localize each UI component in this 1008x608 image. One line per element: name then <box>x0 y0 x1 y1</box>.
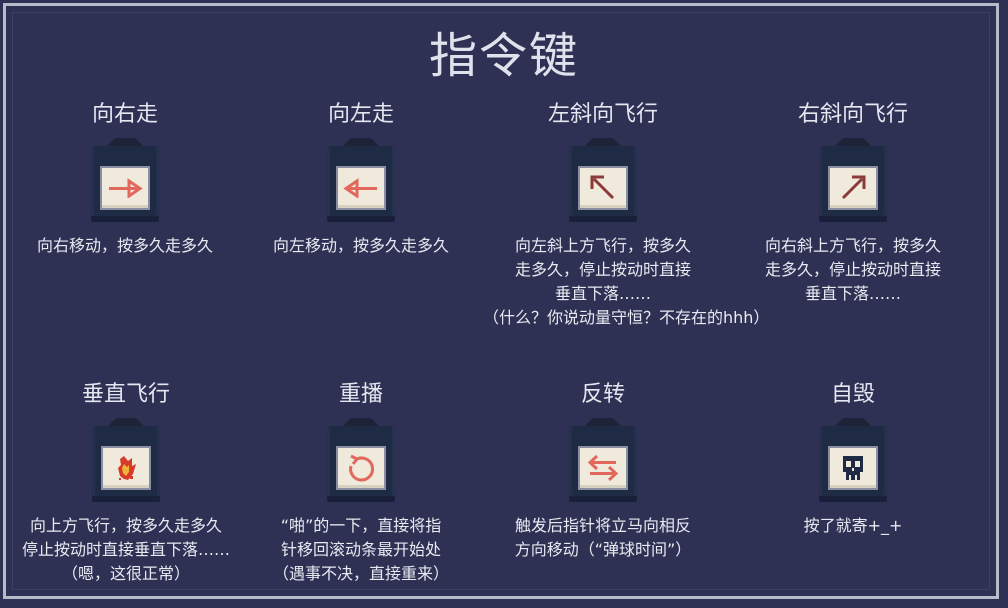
command-description: 向右移动，按多久走多久 <box>36 236 213 255</box>
command-name: 自毁 <box>830 382 875 407</box>
command-move-left: 向左走 向左移动，按多久走多久 <box>241 100 481 258</box>
skull-icon <box>843 456 863 480</box>
replay-icon <box>349 454 375 482</box>
command-name: 反转 <box>580 382 625 407</box>
right-arrow-icon <box>109 178 143 198</box>
command-description: 向左移动，按多久走多久 <box>272 236 449 255</box>
key-card-fly-vertical[interactable] <box>92 418 160 502</box>
command-self-destruct: 自毁 按了就寄+_+ <box>733 380 973 538</box>
command-replay: 重播 “啪”的一下，直接将指 针移回滚动条最开始处 （遇事不决，直接重来） <box>241 380 481 586</box>
command-fly-vertical: 垂直飞行 向上方飞行，按多久走多久 停止按动时直接垂直下落…… （嗯，这很正常） <box>6 380 246 586</box>
command-description: 向右斜上方飞行，按多久 走多久，停止按动时直接 垂直下落…… <box>764 236 941 303</box>
key-card-reverse[interactable] <box>569 418 637 502</box>
key-card-replay[interactable] <box>327 418 395 502</box>
up-left-arrow-icon <box>590 175 615 200</box>
up-right-arrow-icon <box>841 175 866 200</box>
key-card-self-destruct[interactable] <box>819 418 887 502</box>
command-description: 向左斜上方飞行，按多久 走多久，停止按动时直接 垂直下落…… （什么？你说动量守… <box>483 236 770 327</box>
command-name: 重播 <box>338 382 383 407</box>
page-title: 指令键 <box>428 28 579 84</box>
command-description: 按了就寄+_+ <box>803 516 903 535</box>
fire-icon <box>118 456 136 480</box>
command-reverse: 反转 触发后指针将立马向相反 方向移动（“弹球时间”） <box>483 380 723 562</box>
command-name: 左斜向飞行 <box>547 102 658 127</box>
command-description: “啪”的一下，直接将指 针移回滚动条最开始处 （遇事不决，直接重来） <box>272 516 449 583</box>
command-fly-up-right: 右斜向飞行 向右斜上方飞行，按多久 走多久，停止按动时直接 垂直下落…… <box>733 100 973 306</box>
command-move-right: 向右走 向右移动，按多久走多久 <box>5 100 245 258</box>
command-description: 触发后指针将立马向相反 方向移动（“弹球时间”） <box>514 516 692 559</box>
command-name: 向左走 <box>327 102 394 127</box>
command-fly-up-left: 左斜向飞行 向左斜上方飞行，按多久 走多久，停止按动时直接 垂直下落…… （什么… <box>483 100 770 330</box>
command-name: 垂直飞行 <box>81 382 170 407</box>
key-card-move-left[interactable] <box>327 138 395 222</box>
reverse-icon <box>587 454 619 482</box>
command-name: 右斜向飞行 <box>797 102 908 127</box>
key-card-move-right[interactable] <box>91 138 159 222</box>
command-name: 向右走 <box>91 102 158 127</box>
key-card-fly-up-left[interactable] <box>569 138 637 222</box>
command-description: 向上方飞行，按多久走多久 停止按动时直接垂直下落…… （嗯，这很正常） <box>21 516 230 583</box>
left-arrow-icon <box>343 178 377 198</box>
key-card-fly-up-right[interactable] <box>819 138 887 222</box>
